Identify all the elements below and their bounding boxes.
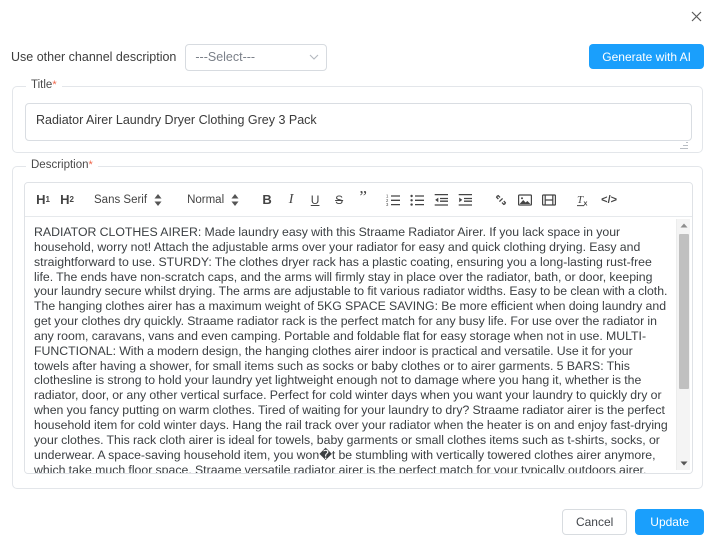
h1-letter: H bbox=[36, 192, 46, 207]
bold-icon[interactable]: B bbox=[255, 188, 279, 212]
title-input[interactable] bbox=[25, 103, 692, 141]
svg-text:x: x bbox=[584, 200, 588, 207]
underline-icon[interactable]: U bbox=[303, 188, 327, 212]
editor-scrollbar[interactable] bbox=[676, 219, 690, 470]
edit-description-modal: Use other channel description ---Select-… bbox=[0, 0, 715, 545]
editor-toolbar: H1 H2 Sans Serif Normal B I U S ” 1 2 3 … bbox=[25, 183, 692, 217]
blockquote-icon[interactable]: ” bbox=[351, 187, 375, 212]
bullet-list-icon[interactable] bbox=[405, 188, 429, 212]
code-icon[interactable]: </> bbox=[597, 188, 621, 212]
svg-text:3: 3 bbox=[386, 202, 389, 206]
font-size-value: Normal bbox=[187, 193, 225, 206]
channel-select[interactable]: ---Select--- bbox=[185, 43, 328, 71]
font-size-select[interactable]: Normal bbox=[182, 193, 239, 206]
title-panel-label: Title* bbox=[26, 79, 62, 91]
h1-sub: 1 bbox=[45, 195, 50, 204]
close-icon[interactable] bbox=[685, 5, 707, 27]
font-family-select[interactable]: Sans Serif bbox=[89, 193, 162, 206]
h2-letter: H bbox=[60, 192, 70, 207]
description-panel-label: Description* bbox=[26, 159, 98, 171]
title-required-mark: * bbox=[52, 79, 57, 91]
description-body-text: RADIATOR CLOTHES AIRER: Made laundry eas… bbox=[34, 225, 668, 474]
channel-select-wrapper[interactable]: ---Select--- bbox=[185, 43, 328, 71]
description-panel: Description* H1 H2 Sans Serif Normal B I… bbox=[12, 159, 703, 489]
strikethrough-icon[interactable]: S bbox=[327, 188, 351, 212]
image-icon[interactable] bbox=[513, 188, 537, 212]
scroll-up-icon[interactable] bbox=[677, 219, 691, 232]
indent-icon[interactable] bbox=[453, 188, 477, 212]
description-required-mark: * bbox=[88, 159, 93, 171]
title-panel: Title* bbox=[12, 79, 703, 153]
sort-updown-icon bbox=[154, 193, 162, 206]
clear-formatting-icon[interactable]: T x bbox=[573, 188, 597, 212]
link-icon[interactable] bbox=[489, 188, 513, 212]
close-x-glyph bbox=[691, 11, 701, 21]
rich-text-editor: H1 H2 Sans Serif Normal B I U S ” 1 2 3 … bbox=[24, 182, 693, 474]
video-icon[interactable] bbox=[537, 188, 561, 212]
editor-content-area[interactable]: RADIATOR CLOTHES AIRER: Made laundry eas… bbox=[25, 217, 692, 474]
title-label-text: Title bbox=[31, 79, 53, 91]
italic-icon[interactable]: I bbox=[279, 188, 303, 212]
h2-sub: 2 bbox=[69, 195, 74, 204]
heading-2-icon[interactable]: H2 bbox=[55, 188, 79, 212]
ordered-list-icon[interactable]: 1 2 3 bbox=[381, 188, 405, 212]
sort-updown-icon bbox=[231, 193, 239, 206]
cancel-button[interactable]: Cancel bbox=[561, 509, 628, 535]
heading-1-icon[interactable]: H1 bbox=[31, 188, 55, 212]
update-button[interactable]: Update bbox=[635, 509, 704, 535]
scrollbar-thumb[interactable] bbox=[679, 234, 689, 389]
outdent-icon[interactable] bbox=[429, 188, 453, 212]
description-label-text: Description bbox=[31, 159, 89, 171]
resize-grip-icon bbox=[680, 141, 688, 149]
generate-with-ai-button[interactable]: Generate with AI bbox=[589, 44, 704, 69]
scroll-down-icon[interactable] bbox=[677, 457, 691, 470]
channel-label: Use other channel description bbox=[11, 50, 177, 64]
modal-footer: Cancel Update bbox=[561, 509, 704, 535]
font-family-value: Sans Serif bbox=[94, 193, 148, 206]
